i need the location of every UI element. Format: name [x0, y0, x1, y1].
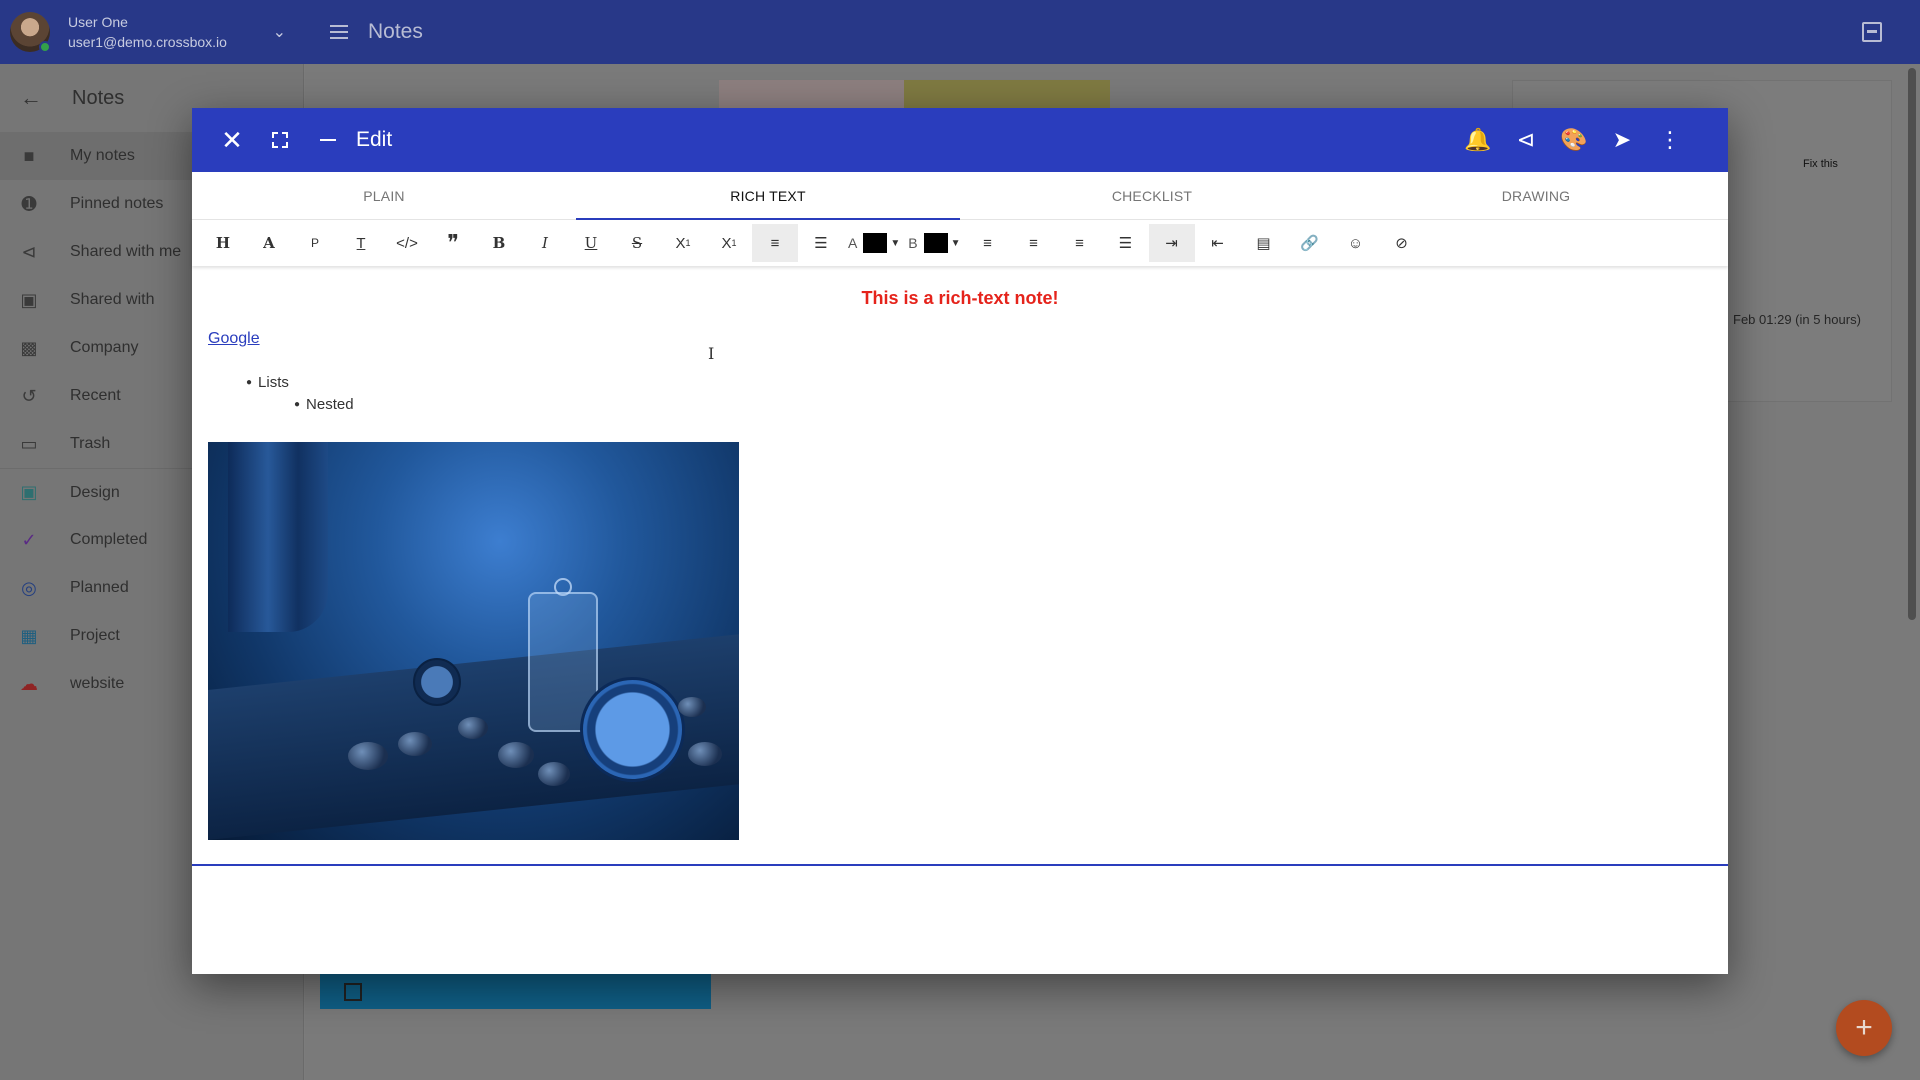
blockquote-icon[interactable]: ❞ — [430, 224, 476, 262]
collapse-icon[interactable] — [1862, 22, 1882, 42]
google-link[interactable]: Google — [208, 330, 260, 348]
numbered-list-icon[interactable]: ☰ — [798, 224, 844, 262]
strikethrough-button[interactable]: S — [614, 224, 660, 262]
check-icon: ✓ — [21, 529, 37, 550]
checkbox-icon[interactable] — [344, 983, 362, 1001]
sidebar-title: Notes — [72, 86, 125, 109]
chevron-down-icon: ▼ — [950, 237, 961, 249]
page-title: Notes — [368, 20, 423, 43]
hamburger-menu-icon[interactable] — [330, 20, 354, 44]
nested-list-item: ● Nested — [294, 396, 354, 413]
lock-icon: ▣ — [20, 289, 38, 310]
palette-icon[interactable]: 🎨 — [1550, 116, 1598, 164]
briefcase-icon: ▩ — [20, 337, 38, 358]
online-status-indicator — [39, 41, 51, 53]
editor-bottom-border — [192, 864, 1728, 866]
formatting-toolbar: H A P T̲ </> ❞ B I U S X1 X1 ≡ ☰ A ▼ B ▼… — [192, 220, 1728, 266]
subscript-button[interactable]: X1 — [706, 224, 752, 262]
fullscreen-icon[interactable] — [256, 116, 304, 164]
grid-icon: ▦ — [20, 625, 38, 646]
align-justify-icon[interactable]: ☰ — [1103, 224, 1149, 262]
dialog-title: Edit — [356, 128, 393, 151]
font-button[interactable]: A — [246, 224, 292, 262]
back-arrow-icon[interactable]: ← — [20, 85, 42, 111]
paragraph-button[interactable]: P — [292, 224, 338, 262]
sidebar-item-label: Company — [70, 339, 139, 356]
underline-button[interactable]: U — [568, 224, 614, 262]
label-icon[interactable]: ➤ — [1598, 116, 1646, 164]
note-card-checklist[interactable] — [320, 973, 711, 1009]
app-topbar: User One user1@demo.crossbox.io ⌄ Notes — [0, 0, 1920, 64]
trash-icon: ▭ — [20, 433, 38, 454]
remove-format-icon[interactable]: ⊘ — [1379, 224, 1425, 262]
background-color-swatch — [923, 233, 948, 253]
bulleted-list-icon[interactable]: ≡ — [752, 224, 798, 262]
sidebar-item-label: Trash — [70, 435, 111, 452]
share-icon: ⊲ — [21, 241, 37, 262]
scrollbar[interactable] — [1908, 68, 1916, 620]
note-heading: This is a rich-text note! — [861, 288, 1059, 308]
editor-tabs: PLAIN RICH TEXT CHECKLIST DRAWING — [192, 172, 1728, 220]
close-icon[interactable]: ✕ — [208, 116, 256, 164]
emoji-icon[interactable]: ☺ — [1333, 224, 1379, 262]
align-left-icon[interactable]: ≡ — [965, 224, 1011, 262]
sidebar-item-label: Planned — [70, 579, 129, 596]
sidebar-item-label: Project — [70, 627, 120, 644]
image-icon: ▣ — [20, 482, 38, 502]
chevron-down-icon: ▼ — [890, 237, 901, 249]
heading-button[interactable]: H — [200, 224, 246, 262]
reminder-bell-icon[interactable]: 🔔 — [1454, 116, 1502, 164]
list-item: ● Lists — [246, 374, 289, 391]
background-color-picker[interactable]: B ▼ — [904, 224, 964, 262]
superscript-button[interactable]: X1 — [660, 224, 706, 262]
user-email: user1@demo.crossbox.io — [68, 34, 227, 50]
clear-format-icon[interactable]: T̲ — [338, 224, 384, 262]
sidebar-item-label: Completed — [70, 531, 148, 548]
more-vertical-icon[interactable]: ⋮ — [1646, 116, 1694, 164]
minimize-icon[interactable] — [304, 116, 352, 164]
insert-link-icon[interactable]: 🔗 — [1287, 224, 1333, 262]
insert-image-icon[interactable]: ▤ — [1241, 224, 1287, 262]
text-color-label: A — [848, 235, 858, 251]
avatar — [10, 12, 51, 53]
rich-text-editor[interactable]: This is a rich-text note! Google I ● List… — [192, 266, 1728, 866]
history-icon: ↺ — [21, 385, 37, 406]
background-color-label: B — [908, 235, 918, 251]
add-note-button[interactable]: + — [1836, 1000, 1892, 1056]
align-center-icon[interactable]: ≡ — [1011, 224, 1057, 262]
sidebar-item-label: My notes — [70, 147, 135, 164]
chevron-down-icon[interactable]: ⌄ — [273, 22, 286, 42]
text-color-swatch — [863, 233, 888, 253]
tab-rich-text[interactable]: RICH TEXT — [576, 172, 960, 220]
share-icon[interactable]: ⊲ — [1502, 116, 1550, 164]
sidebar-item-label: Recent — [70, 387, 121, 404]
sidebar-item-label: Pinned notes — [70, 195, 164, 212]
sidebar-item-label: Shared with — [70, 291, 155, 308]
folder-icon: ■ — [23, 145, 35, 166]
embedded-photo-clocks[interactable] — [208, 442, 739, 840]
tab-plain[interactable]: PLAIN — [192, 172, 576, 219]
bold-button[interactable]: B — [476, 224, 522, 262]
pin-icon: ➊ — [21, 193, 37, 214]
user-menu[interactable]: User One user1@demo.crossbox.io ⌄ — [0, 0, 304, 64]
dialog-header: ✕ Edit 🔔 ⊲ 🎨 ➤ ⋮ — [192, 108, 1728, 172]
sidebar-item-label: website — [70, 675, 125, 692]
target-icon: ◎ — [21, 577, 37, 598]
tab-drawing[interactable]: DRAWING — [1344, 172, 1728, 219]
text-color-picker[interactable]: A ▼ — [844, 224, 904, 262]
align-right-icon[interactable]: ≡ — [1057, 224, 1103, 262]
indent-icon[interactable]: ⇥ — [1148, 224, 1195, 262]
edit-note-dialog: ✕ Edit 🔔 ⊲ 🎨 ➤ ⋮ PLAIN RICH TEXT CHECKLI… — [192, 108, 1728, 974]
sidebar-item-label: Design — [70, 483, 120, 501]
code-icon[interactable]: </> — [384, 224, 430, 262]
tab-checklist[interactable]: CHECKLIST — [960, 172, 1344, 219]
text-cursor-icon: I — [708, 344, 715, 363]
cloud-icon: ☁ — [20, 673, 38, 694]
reminder-text: Feb 01:29 (in 5 hours) — [1733, 312, 1861, 327]
italic-button[interactable]: I — [522, 224, 568, 262]
user-name: User One — [68, 14, 128, 30]
sidebar-item-label: Shared with me — [70, 243, 182, 260]
outdent-icon[interactable]: ⇤ — [1195, 224, 1241, 262]
drawing-annotation-text: Fix this — [1803, 158, 1838, 170]
